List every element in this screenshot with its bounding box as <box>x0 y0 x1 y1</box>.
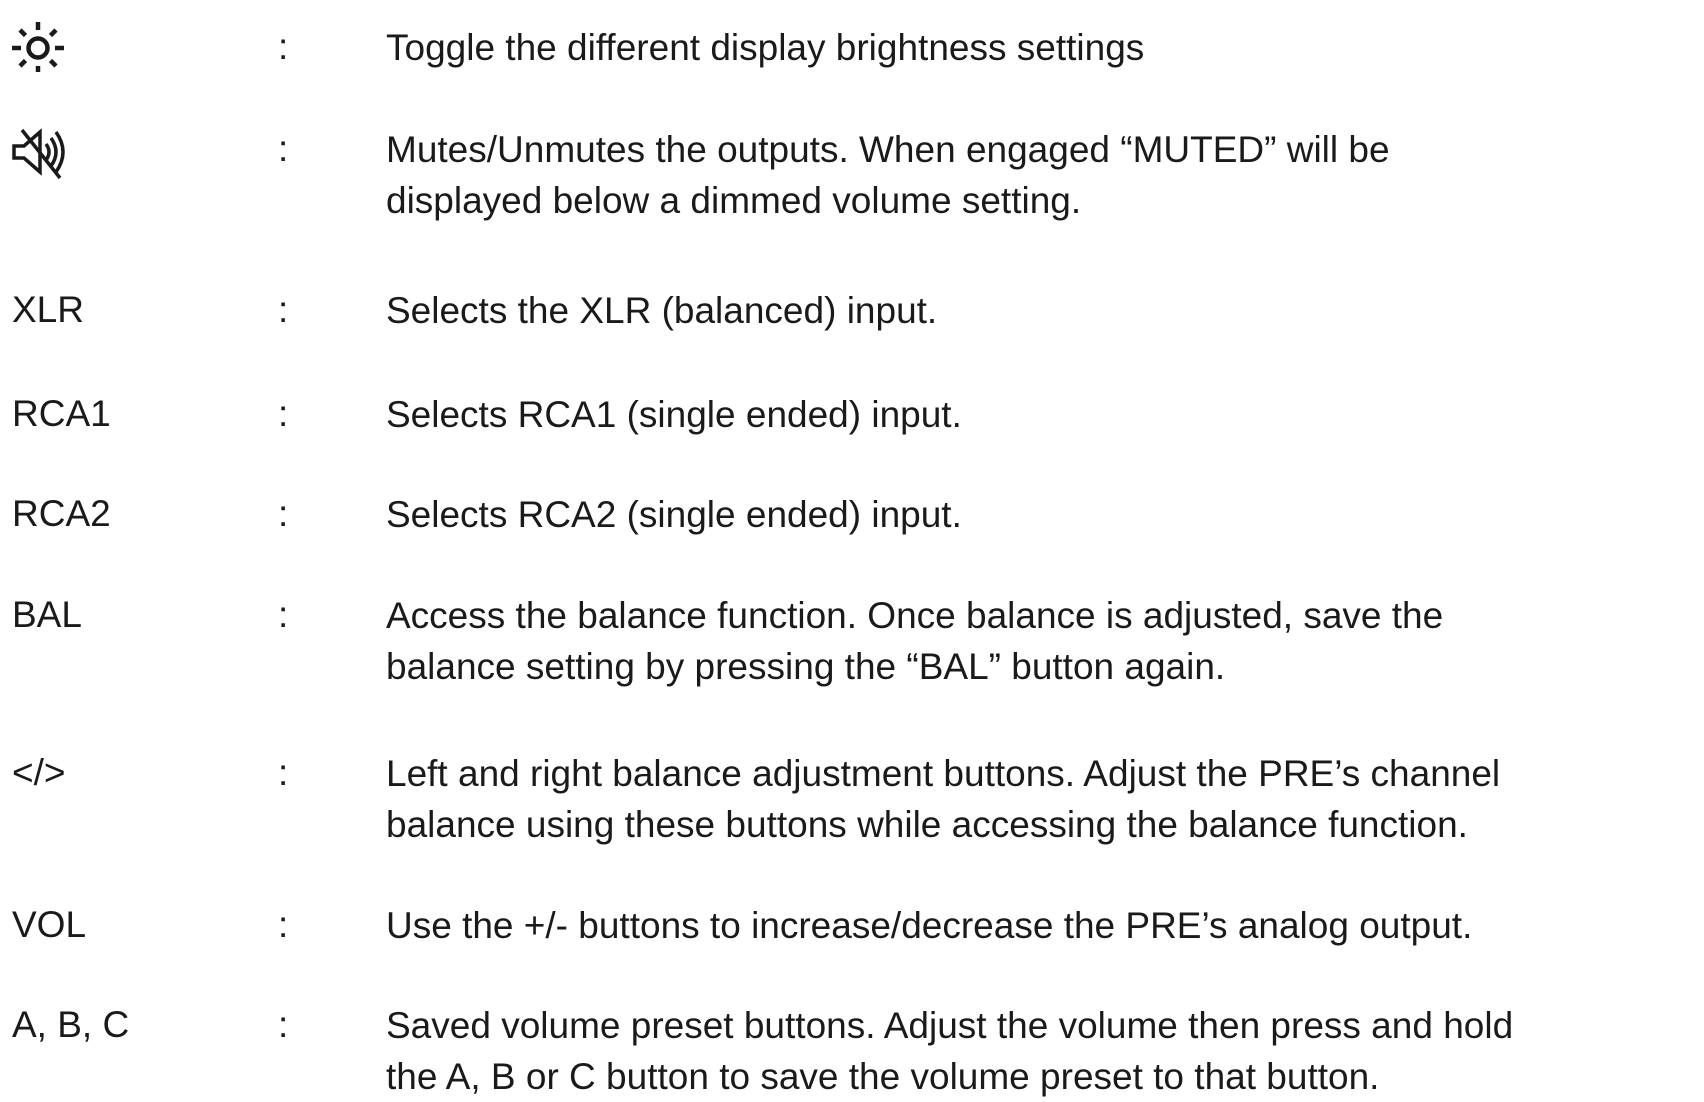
legend-colon: : <box>278 26 289 67</box>
description-line: Toggle the different display brightness … <box>386 27 1145 68</box>
legend-key: RCA1 <box>12 393 111 434</box>
legend-key: XLR <box>12 289 84 330</box>
legend-colon: : <box>278 1004 289 1045</box>
legend-colon: : <box>278 289 289 330</box>
legend-description: Use the +/- buttons to increase/decrease… <box>386 900 1700 951</box>
legend-description: Access the balance function. Once balanc… <box>386 590 1700 692</box>
legend-key: </> <box>12 752 66 793</box>
legend-description: Left and right balance adjustment button… <box>386 748 1700 850</box>
description-line: balance setting by pressing the “BAL” bu… <box>386 646 1226 687</box>
button-legend: : Toggle the different display brightnes… <box>0 0 1704 1097</box>
description-line: Saved volume preset buttons. Adjust the … <box>386 1005 1514 1046</box>
legend-description: Saved volume preset buttons. Adjust the … <box>386 1000 1700 1102</box>
description-line: Use the +/- buttons to increase/decrease… <box>386 905 1473 946</box>
description-line: Access the balance function. Once balanc… <box>386 595 1444 636</box>
brightness-sun-icon <box>12 22 72 72</box>
legend-colon: : <box>278 904 289 945</box>
description-line: displayed below a dimmed volume setting. <box>386 180 1082 221</box>
legend-description: Mutes/Unmutes the outputs. When engaged … <box>386 124 1700 226</box>
legend-description: Selects RCA2 (single ended) input. <box>386 489 1700 540</box>
speaker-mute-icon <box>12 128 72 180</box>
legend-key: BAL <box>12 594 82 635</box>
legend-colon: : <box>278 393 289 434</box>
description-line: Selects RCA2 (single ended) input. <box>386 494 962 535</box>
description-line: Left and right balance adjustment button… <box>386 753 1501 794</box>
legend-key: VOL <box>12 904 87 945</box>
legend-colon: : <box>278 128 289 169</box>
description-line: balance using these buttons while access… <box>386 804 1468 845</box>
legend-description: Selects RCA1 (single ended) input. <box>386 389 1700 440</box>
legend-colon: : <box>278 594 289 635</box>
legend-colon: : <box>278 493 289 534</box>
description-line: Selects RCA1 (single ended) input. <box>386 394 962 435</box>
description-line: Selects the XLR (balanced) input. <box>386 290 938 331</box>
legend-key: RCA2 <box>12 493 111 534</box>
description-line: Mutes/Unmutes the outputs. When engaged … <box>386 129 1390 170</box>
description-line: the A, B or C button to save the volume … <box>386 1056 1380 1097</box>
legend-key: A, B, C <box>12 1004 130 1045</box>
legend-colon: : <box>278 752 289 793</box>
legend-description: Toggle the different display brightness … <box>386 22 1700 73</box>
legend-description: Selects the XLR (balanced) input. <box>386 285 1700 336</box>
